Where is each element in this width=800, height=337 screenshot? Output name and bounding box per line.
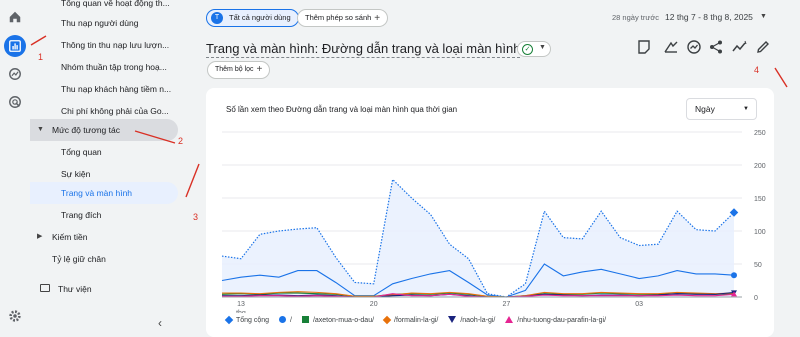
annotation-arrow: [134, 130, 176, 144]
annotation-arrow: [185, 163, 200, 198]
annotation-arrow: [774, 67, 788, 88]
annotation-arrow: [30, 35, 47, 46]
annotation-arrows: [30, 35, 788, 198]
